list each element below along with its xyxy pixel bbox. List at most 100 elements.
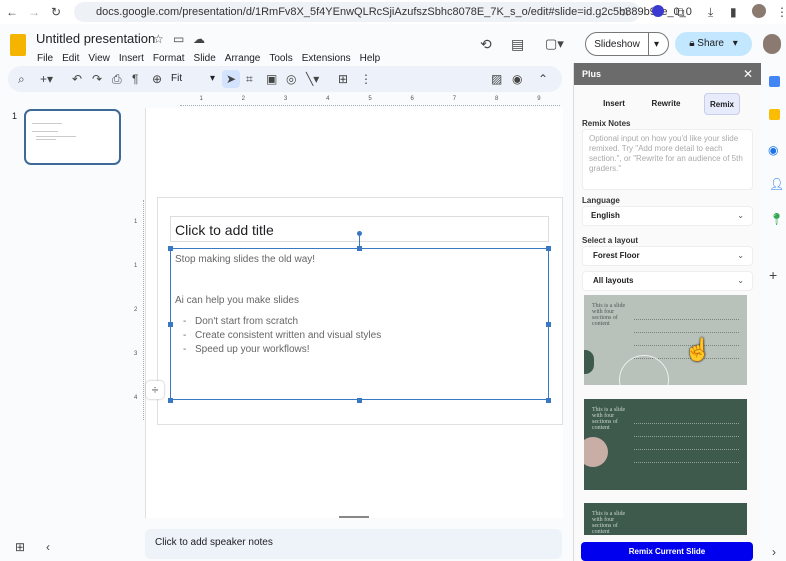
notes-resize-handle[interactable] — [339, 516, 369, 518]
layout-label: Select a layout — [582, 236, 639, 245]
menu-view[interactable]: View — [88, 53, 110, 64]
resize-handle[interactable] — [168, 246, 173, 251]
language-select[interactable]: English ⌄ — [582, 206, 753, 226]
search-menus-icon[interactable]: ⌕ — [18, 73, 25, 85]
move-folder-icon[interactable]: ▭ — [173, 33, 184, 45]
star-icon[interactable]: ☆ — [153, 33, 164, 45]
tasks-icon[interactable]: ◉ — [768, 144, 778, 156]
layout-option-forest[interactable]: This is a slide with four sections of co… — [584, 399, 747, 490]
textbox-icon[interactable]: ⌗ — [246, 73, 253, 85]
body-line: Ai can help you make slides — [175, 295, 299, 306]
menu-arrange[interactable]: Arrange — [225, 53, 261, 64]
address-bar[interactable]: docs.google.com/presentation/d/1RmFv8X_5… — [74, 2, 692, 22]
slide-thumbnail[interactable] — [24, 109, 121, 165]
tab-insert[interactable]: Insert — [596, 93, 632, 115]
slideshow-dropdown-icon[interactable]: ▾ — [654, 33, 659, 57]
panel-header: Plus ✕ — [574, 63, 761, 85]
collapse-filmstrip-icon[interactable]: ‹ — [46, 541, 50, 553]
bookmark-star-icon[interactable]: ☆ — [620, 6, 631, 18]
shape-icon[interactable]: ◎ — [286, 73, 296, 85]
menu-extensions[interactable]: Extensions — [302, 53, 351, 64]
profile-avatar[interactable] — [752, 4, 766, 18]
tab-remix[interactable]: Remix — [704, 93, 740, 115]
select-cursor-icon[interactable]: ➤ — [222, 70, 240, 88]
more-options-icon[interactable]: ⋮ — [360, 73, 372, 85]
menu-edit[interactable]: Edit — [62, 53, 79, 64]
calendar-icon[interactable] — [769, 76, 780, 87]
paint-format-icon[interactable]: ¶ — [132, 73, 138, 85]
extensions-puzzle-icon[interactable]: ⧉ — [676, 6, 685, 18]
autofit-icon[interactable]: ÷ — [146, 381, 164, 399]
record-icon[interactable]: ◉ — [512, 73, 522, 85]
resize-handle[interactable] — [546, 246, 551, 251]
meet-icon[interactable]: ▢▾ — [545, 37, 564, 50]
rotate-handle-knob[interactable] — [357, 231, 362, 236]
forward-icon[interactable]: → — [28, 6, 40, 18]
body-textbox[interactable]: Stop making slides the old way! Ai can h… — [170, 248, 549, 400]
background-icon[interactable]: ▨ — [491, 73, 502, 85]
slide-number: 1 — [12, 111, 18, 121]
remix-notes-input[interactable]: Optional input on how you'd like your sl… — [582, 129, 753, 190]
cloud-status-icon: ☁ — [193, 32, 205, 46]
share-dropdown-icon[interactable]: ▾ — [733, 38, 738, 49]
expand-panel-icon[interactable]: › — [772, 546, 776, 558]
contacts-icon[interactable]: 👤︎ — [769, 178, 784, 190]
zoom-select[interactable]: Fit ▾ — [171, 73, 215, 84]
reload-icon[interactable]: ↻ — [51, 6, 61, 18]
comments-icon[interactable]: ▤ — [511, 37, 524, 51]
version-history-icon[interactable]: ⟲ — [480, 37, 492, 51]
resize-handle[interactable] — [546, 322, 551, 327]
download-icon[interactable]: ⤓ — [708, 6, 713, 18]
slideshow-label: Slideshow — [594, 39, 640, 50]
sidepanel-icon[interactable]: ▮ — [730, 6, 737, 18]
print-icon[interactable]: ⎙ — [112, 73, 122, 85]
chevron-down-icon: ⌄ — [737, 276, 744, 285]
menu-format[interactable]: Format — [153, 53, 185, 64]
layout-filter-select[interactable]: All layouts ⌄ — [582, 271, 753, 291]
undo-icon[interactable]: ↶ — [72, 73, 82, 85]
resize-handle[interactable] — [168, 322, 173, 327]
extension-icon[interactable] — [652, 5, 664, 17]
tab-rewrite[interactable]: Rewrite — [648, 93, 684, 115]
menu-file[interactable]: File — [37, 53, 53, 64]
maps-icon[interactable]: 📍︎ — [769, 213, 784, 225]
remix-current-slide-button[interactable]: Remix Current Slide — [581, 542, 753, 561]
more-icon[interactable]: ⋮ — [776, 6, 786, 18]
layout-theme-select[interactable]: Forest Floor ⌄ — [582, 246, 753, 266]
vertical-ruler[interactable]: 11234 — [134, 200, 144, 420]
account-avatar[interactable] — [763, 34, 781, 54]
redo-icon[interactable]: ↷ — [92, 73, 102, 85]
slideshow-button[interactable]: Slideshow ▾ — [585, 32, 669, 56]
document-title[interactable]: Untitled presentation — [36, 31, 155, 46]
horizontal-ruler[interactable]: 123456789 — [180, 96, 560, 106]
comment-add-icon[interactable]: ⊞ — [338, 73, 348, 85]
speaker-notes[interactable]: Click to add speaker notes — [145, 529, 562, 559]
share-label: Share — [697, 38, 724, 49]
line-icon[interactable]: ╲▾ — [306, 73, 319, 85]
close-icon[interactable]: ✕ — [743, 63, 753, 85]
collapse-toolbar-icon[interactable]: ⌃ — [538, 73, 548, 85]
layout-option-sage[interactable]: This is a slide with four sections of co… — [584, 295, 747, 385]
panel-title: Plus — [582, 69, 602, 79]
keep-icon[interactable] — [769, 109, 780, 120]
menu-insert[interactable]: Insert — [119, 53, 144, 64]
layout-option-forest-2[interactable]: This is a slide with four sections of co… — [584, 503, 747, 535]
image-icon[interactable]: ▣ — [266, 73, 277, 85]
resize-handle[interactable] — [546, 398, 551, 403]
app-header: Untitled presentation ☆ ▭ ☁ File Edit View… — [0, 24, 786, 64]
resize-handle[interactable] — [357, 246, 362, 251]
zoom-icon[interactable]: ⊕ — [152, 73, 162, 85]
resize-handle[interactable] — [357, 398, 362, 403]
add-addon-icon[interactable]: + — [769, 268, 777, 282]
grid-view-icon[interactable]: ⊞ — [15, 541, 25, 553]
chevron-down-icon: ⌄ — [737, 251, 744, 260]
resize-handle[interactable] — [168, 398, 173, 403]
menu-slide[interactable]: Slide — [194, 53, 216, 64]
menu-help[interactable]: Help — [360, 53, 381, 64]
url-text: docs.google.com/presentation/d/1RmFv8X_5… — [96, 6, 692, 18]
back-icon[interactable]: ← — [6, 6, 18, 18]
share-button[interactable]: 🔒︎ Share ▾ — [675, 32, 752, 56]
new-slide-icon[interactable]: +▾ — [40, 73, 53, 85]
browser-bar: ← → ↻ docs.google.com/presentation/d/1Rm… — [0, 0, 786, 24]
menu-tools[interactable]: Tools — [269, 53, 292, 64]
